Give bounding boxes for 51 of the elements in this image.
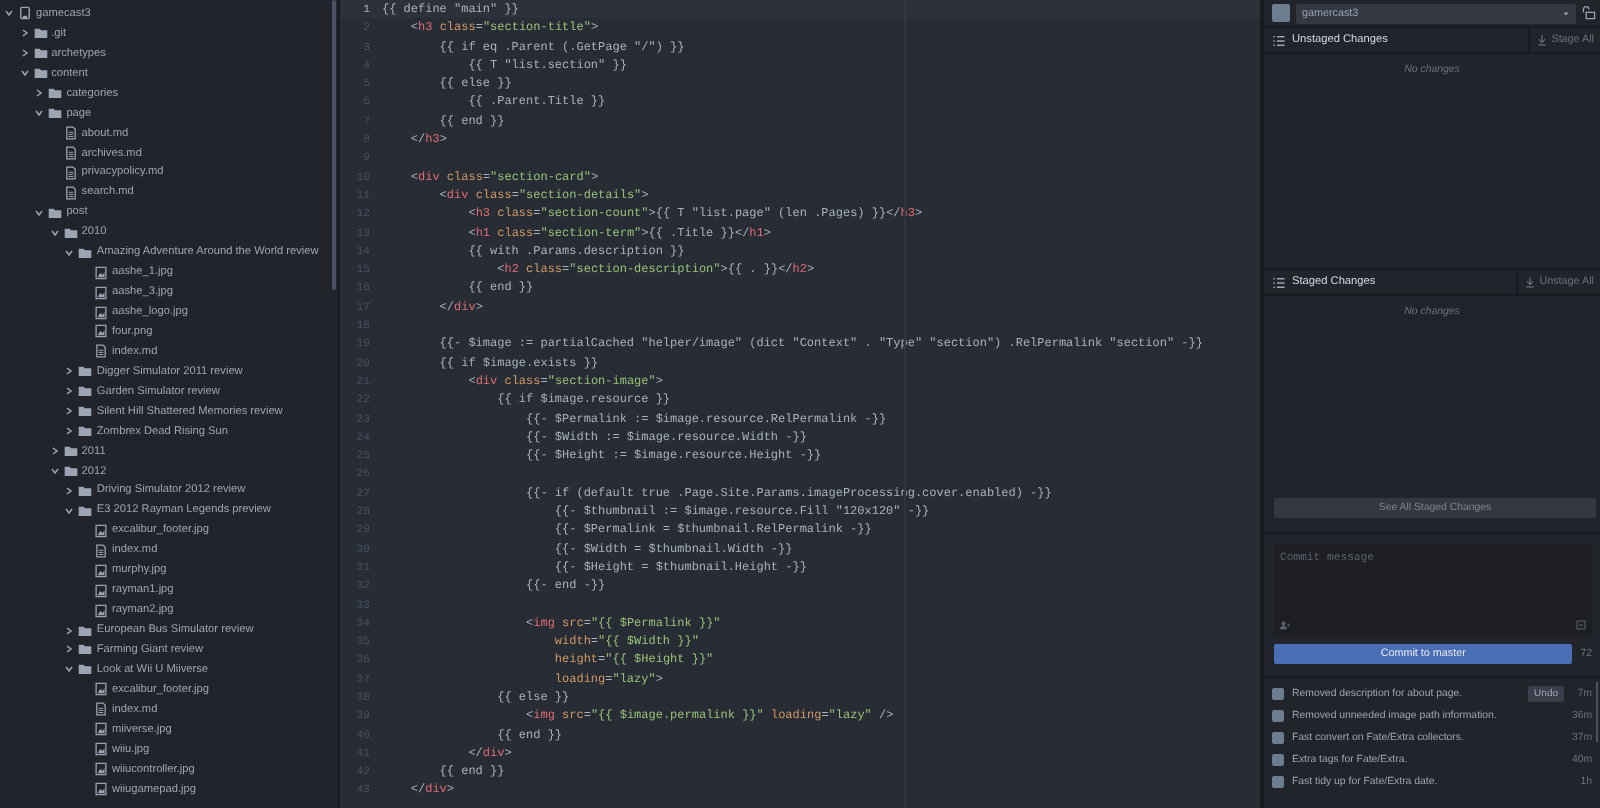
image-file-icon [94, 762, 108, 777]
chevron-down-icon[interactable] [4, 8, 14, 19]
chevron-down-icon[interactable] [49, 466, 60, 477]
image-file-icon [94, 742, 108, 757]
list-icon [1272, 275, 1286, 289]
chevron-right-icon[interactable] [19, 48, 30, 59]
image-file-icon [94, 324, 108, 339]
file-icon [94, 702, 108, 717]
chevron-right-icon[interactable] [64, 485, 75, 496]
file-icon [63, 165, 78, 180]
image-file-icon [94, 523, 108, 538]
image-file-icon [94, 782, 108, 797]
file-icon [63, 146, 78, 161]
image-file-icon [94, 265, 108, 280]
list-icon [1272, 33, 1286, 47]
avatar [1272, 4, 1290, 22]
image-file-icon [94, 603, 108, 618]
scrollbar[interactable] [1595, 682, 1598, 742]
chevron-down-icon[interactable] [64, 505, 75, 516]
chevron-right-icon[interactable] [19, 28, 30, 39]
file-icon [63, 185, 78, 200]
image-file-icon [94, 682, 108, 697]
chevron-right-icon[interactable] [49, 446, 60, 457]
add-person-icon[interactable] [1280, 620, 1290, 630]
chevron-down-icon[interactable] [64, 247, 75, 258]
image-file-icon [94, 722, 108, 737]
file-icon [94, 543, 108, 558]
chevron-right-icon[interactable] [34, 88, 45, 99]
image-file-icon [94, 305, 108, 320]
image-file-icon [94, 563, 108, 578]
chevron-right-icon[interactable] [64, 644, 75, 655]
chevron-down-icon[interactable] [34, 207, 45, 218]
file-icon [94, 344, 108, 359]
chevron-down-icon[interactable] [19, 68, 30, 79]
chevron-down-icon[interactable] [49, 227, 60, 238]
lock-icon[interactable] [1582, 6, 1596, 20]
image-file-icon [94, 285, 108, 300]
caret-icon [1562, 9, 1570, 17]
chevron-right-icon[interactable] [64, 426, 75, 437]
scrollbar[interactable] [332, 0, 336, 290]
image-file-icon [94, 583, 108, 598]
arrow-icon [1523, 276, 1536, 288]
repository-icon [18, 6, 32, 21]
arrow-icon [1535, 34, 1548, 46]
chevron-right-icon[interactable] [64, 625, 75, 636]
chevron-down-icon[interactable] [64, 664, 75, 675]
file-icon [63, 126, 78, 141]
chevron-down-icon[interactable] [34, 108, 45, 119]
chevron-right-icon[interactable] [64, 386, 75, 397]
chevron-right-icon[interactable] [64, 366, 75, 377]
chevron-right-icon[interactable] [64, 406, 75, 417]
